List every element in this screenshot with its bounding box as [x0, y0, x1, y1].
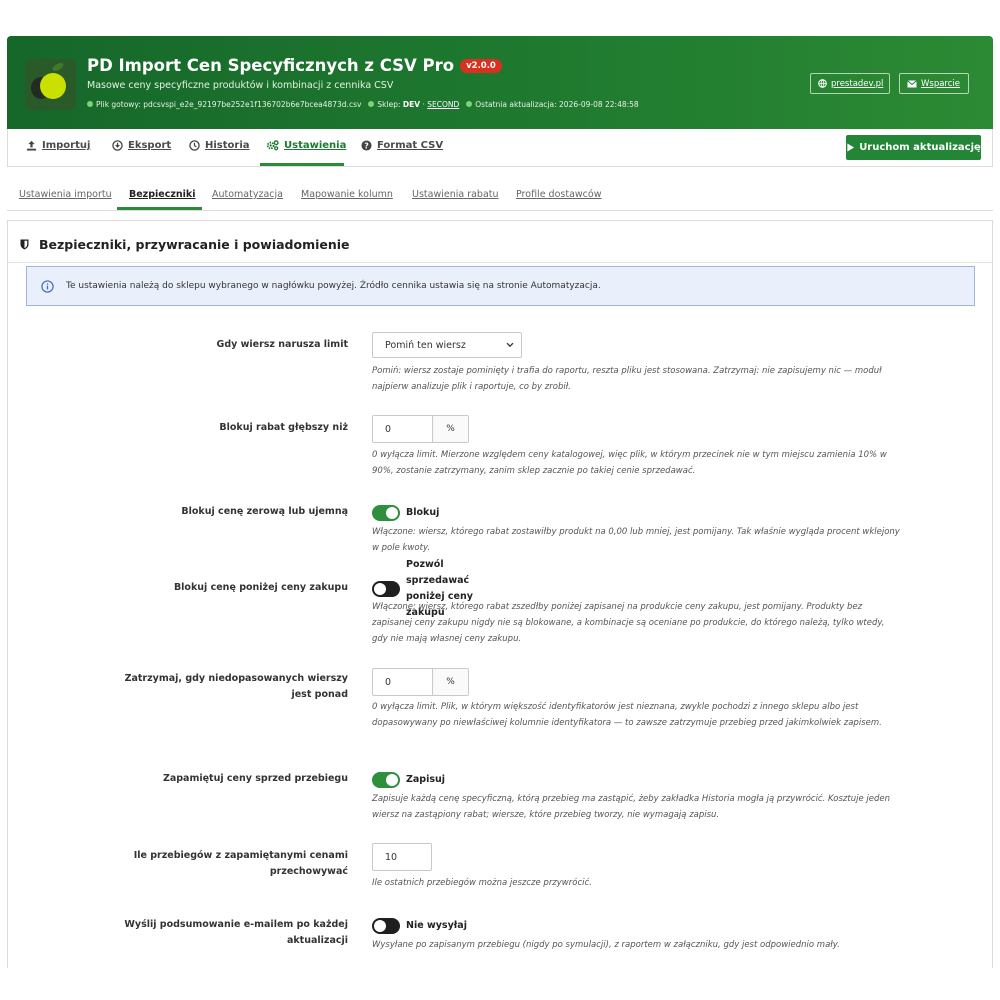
subtab-ustawienia-importu[interactable]: Ustawienia importu [19, 189, 112, 200]
support-button[interactable]: Wsparcie [899, 73, 969, 94]
question-icon: ? [361, 140, 372, 151]
module-subtitle: Masowe ceny specyficzne produktów i komb… [87, 80, 394, 91]
tab-historia[interactable]: Historia [189, 140, 250, 151]
upload-icon [26, 140, 37, 151]
status-line: Plik gotowy: pdcsvspi_e2e_92197be252e1f1… [87, 100, 639, 109]
prestadev-link-button[interactable]: prestadev.pl [810, 73, 890, 94]
chevron-down-icon [506, 342, 514, 348]
module-logo [25, 59, 76, 110]
clock-icon [189, 140, 200, 151]
info-text: Te ustawienia należą do sklepu wybranego… [66, 281, 601, 291]
email-summary-toggle-label: Nie wysyłaj [406, 920, 467, 931]
remember-prices-label: Zapamiętuj ceny sprzed przebiegu [162, 773, 348, 784]
unmatched-input-group: 0 % [372, 668, 469, 696]
module-header: PD Import Cen Specyficznych z CSV Pro v2.… [7, 36, 993, 129]
zero-price-toggle[interactable] [372, 505, 400, 521]
max-discount-input[interactable]: 0 [373, 416, 433, 442]
active-tab-indicator [260, 163, 344, 166]
status-dot-icon [87, 101, 93, 107]
below-cost-help: Włączone: wiersz, którego rabat zszedłby… [372, 602, 885, 644]
envelope-icon [907, 79, 917, 87]
status-dot-icon [368, 101, 375, 107]
panel-title: Bezpieczniki, przywracanie i powiadomien… [20, 237, 350, 252]
file-name: pdcsvspi_e2e_92197be252e1f136702b6e7bcea… [143, 100, 362, 109]
play-icon [847, 143, 855, 152]
history-count-label: Ile przebiegów z zapamiętanymi cenami pr… [133, 850, 348, 877]
globe-icon [818, 79, 827, 88]
module-title: PD Import Cen Specyficznych z CSV Pro v2.… [87, 56, 502, 75]
version-badge: v2.0.0 [460, 59, 502, 73]
limit-action-help: Pomiń: wiersz zostaje pominięty i trafia… [372, 366, 882, 392]
last-update-time: 2026-09-08 22:48:58 [559, 100, 639, 109]
shop-dev: DEV [402, 100, 421, 109]
download-icon [112, 140, 123, 151]
max-discount-label: Blokuj rabat głębszy niż [219, 422, 348, 433]
subtab-automatyzacja[interactable]: Automatyzacja [212, 189, 283, 200]
tab-format-csv[interactable]: ? Format CSV [361, 140, 443, 151]
email-summary-label: Wyślij podsumowanie e-mailem po każdej a… [124, 919, 348, 946]
settings-panel: Bezpieczniki, przywracanie i powiadomien… [7, 220, 993, 980]
tab-importuj[interactable]: Importuj [26, 140, 90, 151]
module-page: PD Import Cen Specyficznych z CSV Pro v2.… [7, 36, 993, 167]
subtab-profile-dostawcow[interactable]: Profile dostawców [516, 189, 601, 200]
unmatched-input[interactable]: 0 [373, 669, 433, 695]
percent-addon: % [433, 669, 468, 695]
limit-action-select[interactable]: Pomiń ten wiersz [372, 332, 522, 358]
max-discount-input-group: 0 % [372, 415, 469, 443]
main-tabs: Importuj Eksport Historia Ustawienia ? F… [7, 129, 993, 167]
page-bottom [0, 968, 1000, 1000]
subtab-ustawienia-rabatu[interactable]: Ustawienia rabatu [412, 189, 499, 200]
zero-price-label: Blokuj cenę zerową lub ujemną [181, 506, 348, 517]
max-discount-help: 0 wyłącza limit. Mierzone względem ceny … [372, 450, 887, 476]
unmatched-help: 0 wyłącza limit. Plik, w którym większoś… [372, 702, 882, 728]
tab-ustawienia[interactable]: Ustawienia [266, 140, 346, 151]
percent-addon: % [433, 416, 468, 442]
info-alert: Te ustawienia należą do sklepu wybranego… [26, 266, 975, 306]
history-count-help: Ile ostatnich przebiegów można jeszcze p… [372, 878, 592, 888]
status-dot-icon [466, 101, 473, 107]
panel-divider [8, 262, 992, 263]
zero-price-toggle-label: Blokuj [406, 507, 440, 518]
remember-prices-toggle[interactable] [372, 772, 400, 788]
shop-second-link[interactable]: SECOND [427, 100, 459, 109]
below-cost-label: Blokuj cenę poniżej ceny zakupu [173, 582, 348, 593]
limit-action-label: Gdy wiersz narusza limit [216, 339, 348, 350]
below-cost-toggle[interactable] [372, 581, 400, 597]
unmatched-label: Zatrzymaj, gdy niedopasowanych wierszy j… [124, 673, 348, 700]
shield-icon [20, 239, 29, 250]
active-subtab-indicator [117, 207, 202, 210]
history-count-input[interactable]: 10 [372, 843, 432, 871]
email-summary-toggle[interactable] [372, 918, 400, 934]
settings-subtabs: Ustawienia importu Bezpieczniki Automaty… [7, 187, 993, 211]
subtab-mapowanie-kolumn[interactable]: Mapowanie kolumn [301, 189, 393, 200]
email-summary-help: Wysyłane po zapisanym przebiegu (nigdy p… [372, 940, 840, 950]
remember-prices-toggle-label: Zapisuj [406, 774, 446, 785]
subtab-bezpieczniki[interactable]: Bezpieczniki [129, 189, 195, 200]
svg-text:?: ? [364, 141, 369, 150]
gears-icon [266, 140, 279, 151]
run-update-button[interactable]: Uruchom aktualizację [846, 135, 981, 160]
info-icon [41, 279, 54, 293]
tab-eksport[interactable]: Eksport [112, 140, 171, 151]
zero-price-help: Włączone: wiersz, którego rabat zostawił… [372, 527, 900, 553]
remember-prices-help: Zapisuje każdą cenę specyficzną, którą p… [372, 794, 890, 820]
